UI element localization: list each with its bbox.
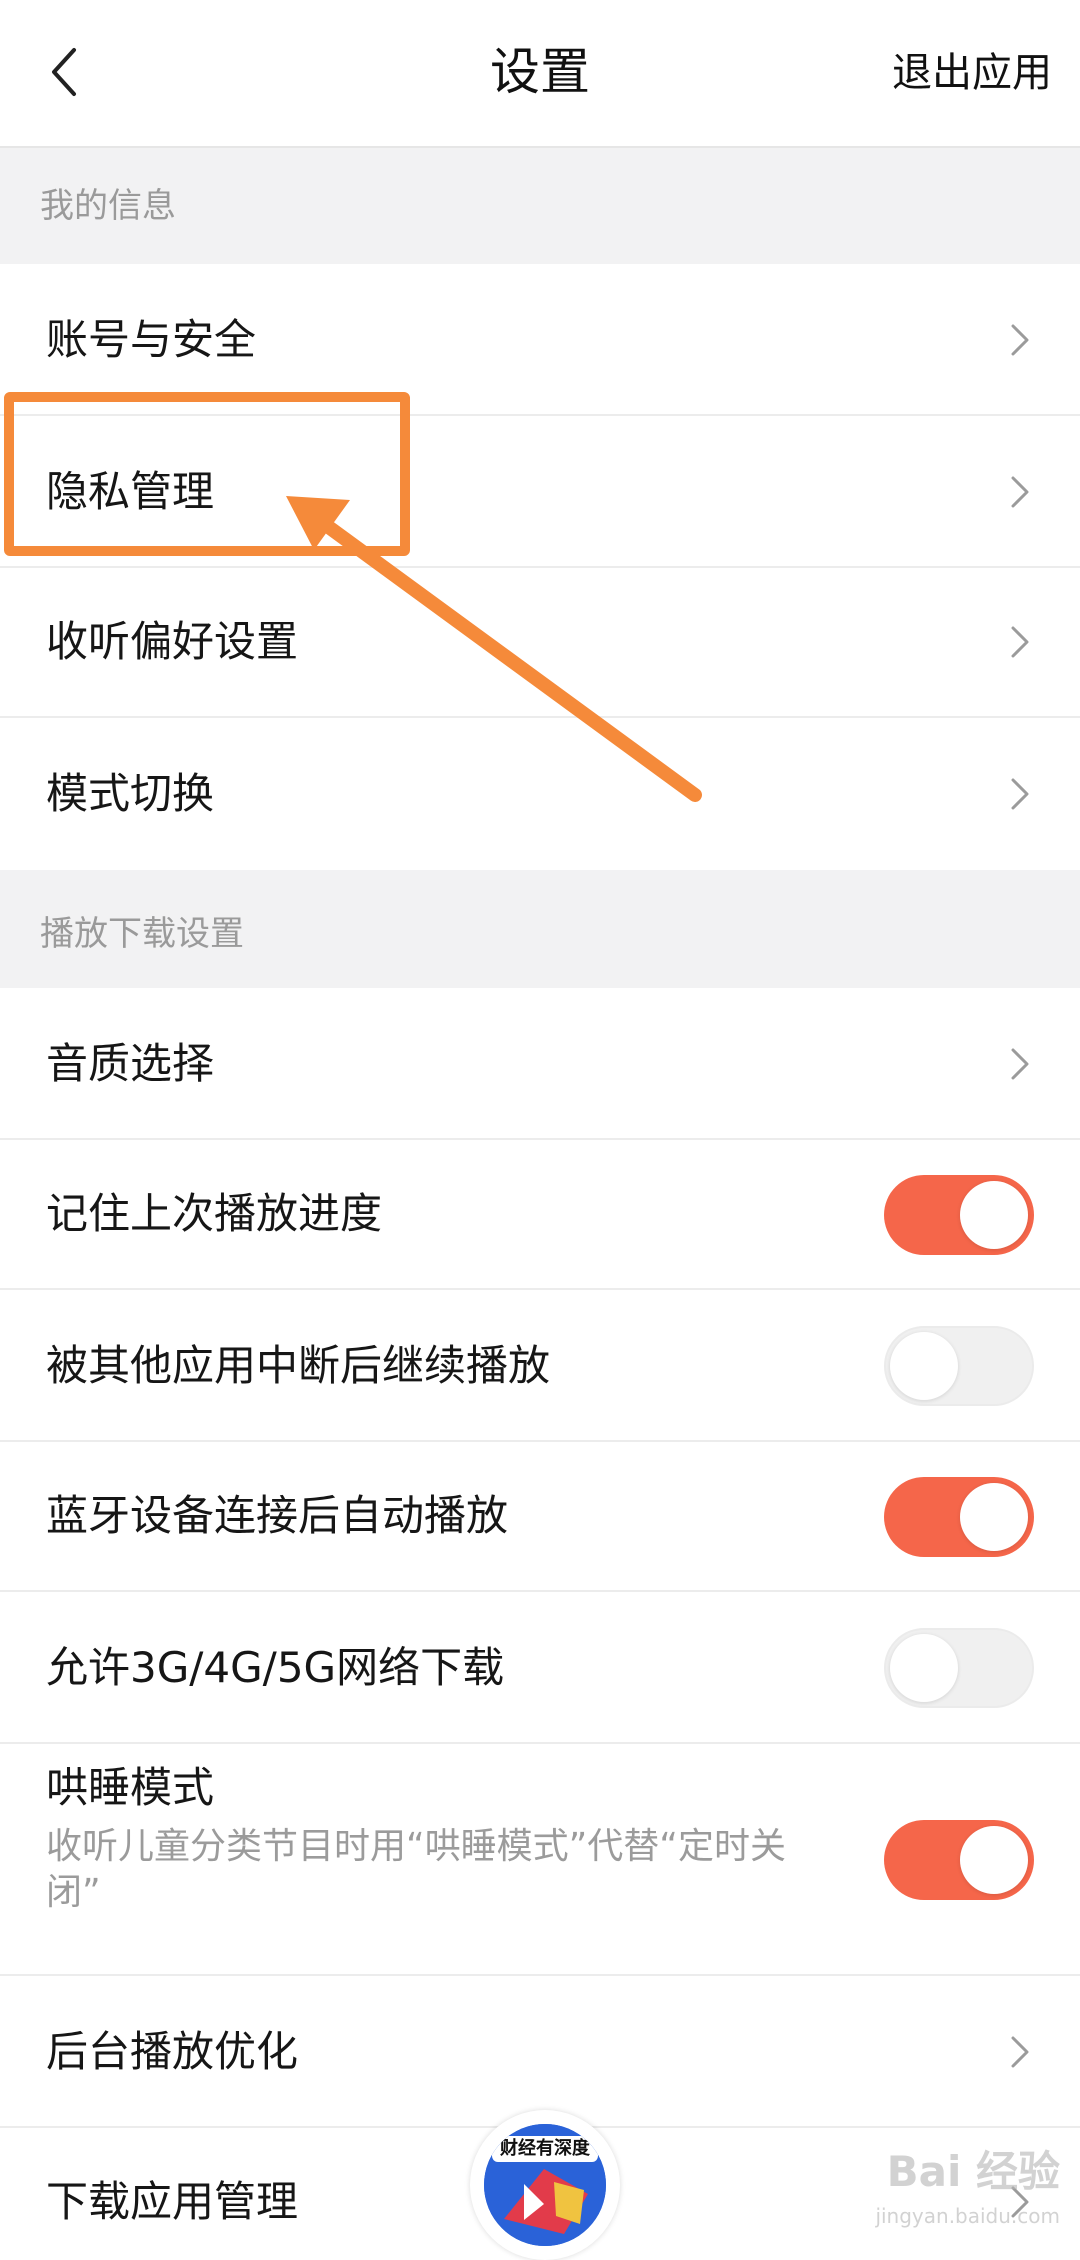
app-header: 设置 退出应用 xyxy=(0,0,1080,148)
floating-player-button[interactable]: 财经有深度 xyxy=(470,2110,620,2260)
settings-row-remember-progress: 记住上次播放进度 xyxy=(0,1140,1080,1290)
row-label: 记住上次播放进度 xyxy=(46,1189,383,1238)
row-label: 被其他应用中断后继续播放 xyxy=(46,1341,551,1390)
baidu-jingyan-watermark: Bai 经验 jingyan.baidu.com xyxy=(875,2150,1060,2238)
exit-app-button[interactable]: 退出应用 xyxy=(892,38,1052,108)
watermark-url: jingyan.baidu.com xyxy=(875,2204,1060,2228)
settings-row-listening-preferences[interactable]: 收听偏好设置 xyxy=(0,568,1080,718)
row-label: 账号与安全 xyxy=(46,315,257,364)
toggle-knob xyxy=(890,1634,958,1702)
player-cover: 财经有深度 xyxy=(484,2124,606,2246)
sleep-mode-toggle[interactable] xyxy=(884,1820,1034,1900)
section-header-my-info: 我的信息 xyxy=(0,148,1080,264)
row-label: 模式切换 xyxy=(46,769,215,818)
row-label: 允许3G/4G/5G网络下载 xyxy=(46,1643,505,1692)
row-label: 哄睡模式 xyxy=(46,1763,215,1812)
settings-row-mobile-network-download: 允许3G/4G/5G网络下载 xyxy=(0,1592,1080,1744)
remember-progress-toggle[interactable] xyxy=(884,1175,1034,1255)
settings-row-sleep-mode: 哄睡模式 收听儿童分类节目时用“哄睡模式”代替“定时关闭” xyxy=(0,1744,1080,1976)
row-label: 后台播放优化 xyxy=(46,2027,299,2076)
watermark-text: Bai 经验 xyxy=(886,2147,1060,2196)
bluetooth-autoplay-toggle[interactable] xyxy=(884,1477,1034,1557)
toggle-knob xyxy=(960,1826,1028,1894)
toggle-knob xyxy=(960,1483,1028,1551)
settings-row-resume-after-interrupt: 被其他应用中断后继续播放 xyxy=(0,1290,1080,1442)
chevron-right-icon xyxy=(1011,476,1029,508)
row-label: 下载应用管理 xyxy=(46,2177,299,2226)
player-badge-text: 财经有深度 xyxy=(492,2136,598,2162)
section-header-playback-download: 播放下载设置 xyxy=(0,870,1080,988)
toggle-knob xyxy=(960,1181,1028,1249)
chevron-right-icon xyxy=(1011,324,1029,356)
chevron-right-icon xyxy=(1011,2036,1029,2068)
chevron-right-icon xyxy=(1011,1048,1029,1080)
section-title: 播放下载设置 xyxy=(40,914,244,954)
settings-row-background-playback[interactable]: 后台播放优化 xyxy=(0,1976,1080,2128)
chevron-right-icon xyxy=(1011,778,1029,810)
row-label: 蓝牙设备连接后自动播放 xyxy=(46,1491,509,1540)
resume-after-interrupt-toggle[interactable] xyxy=(884,1326,1034,1406)
settings-row-audio-quality[interactable]: 音质选择 xyxy=(0,988,1080,1140)
row-label: 收听偏好设置 xyxy=(46,617,299,666)
row-label: 音质选择 xyxy=(46,1039,215,1088)
annotation-highlight-box xyxy=(4,392,410,556)
row-subtext: 收听儿童分类节目时用“哄睡模式”代替“定时关闭” xyxy=(46,1826,786,1913)
settings-row-bluetooth-autoplay: 蓝牙设备连接后自动播放 xyxy=(0,1442,1080,1592)
settings-row-mode-switch[interactable]: 模式切换 xyxy=(0,718,1080,870)
section-title: 我的信息 xyxy=(40,186,176,226)
chevron-right-icon xyxy=(1011,626,1029,658)
toggle-knob xyxy=(890,1332,958,1400)
mobile-network-download-toggle[interactable] xyxy=(884,1628,1034,1708)
